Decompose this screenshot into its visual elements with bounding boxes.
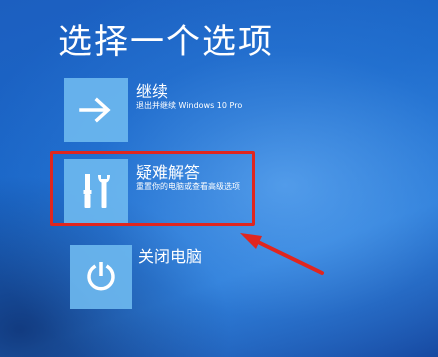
annotation-arrow [240, 233, 324, 275]
recovery-screen: 选择一个选项 继续 退出并继续 Windows 10 Pro 疑难解答 重置你的… [0, 0, 438, 357]
